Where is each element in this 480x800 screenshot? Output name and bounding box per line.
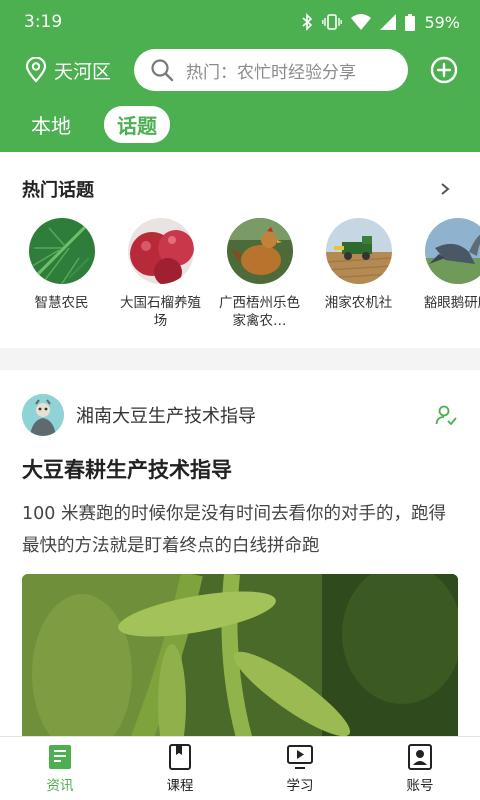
nav-courses[interactable]: 课程 xyxy=(120,737,240,800)
topic-name: 智慧农民 xyxy=(34,295,89,311)
topic-image-goose xyxy=(424,218,480,284)
post-image-soybean xyxy=(22,564,462,736)
nav-study-label: 学习 xyxy=(286,777,314,794)
post-author-name[interactable]: 湘南大豆生产技术指导 xyxy=(76,402,422,428)
status-bar: 3:19 59% xyxy=(0,0,480,44)
topic-item[interactable]: 智慧农民 xyxy=(12,218,111,330)
search-placeholder: 热门：农忙时经验分享 xyxy=(186,62,356,83)
hot-topics-header: 热门话题 xyxy=(0,176,480,202)
book-icon xyxy=(169,743,191,770)
battery-icon xyxy=(405,13,416,31)
topic-name: 湘家农机社 xyxy=(324,295,393,311)
chevron-right-icon[interactable] xyxy=(440,182,450,196)
topic-item[interactable]: 湘家农机社 xyxy=(309,218,408,330)
topic-image-pomegranate xyxy=(127,218,194,284)
status-time: 3:19 xyxy=(24,12,63,32)
search-icon xyxy=(151,59,174,82)
topic-image-tractor xyxy=(325,218,392,284)
avatar[interactable] xyxy=(22,394,64,436)
header: 3:19 59% 天河区 热门：农忙时经验分享 本地 话题 xyxy=(0,0,480,152)
location-label: 天河区 xyxy=(54,60,112,83)
vibrate-icon xyxy=(322,14,343,30)
post-title: 大豆春耕生产技术指导 xyxy=(22,458,232,482)
location-selector[interactable]: 天河区 xyxy=(24,57,134,84)
topic-name: 大国石榴养殖场 xyxy=(120,295,201,329)
tab-local[interactable]: 本地 xyxy=(18,106,84,143)
video-play-icon xyxy=(287,744,313,769)
topic-image-chicken xyxy=(226,218,293,284)
topic-image-leaf xyxy=(28,218,95,284)
header-tabs: 本地 话题 xyxy=(0,96,480,152)
battery-level: 59% xyxy=(424,12,460,32)
hot-topics-section: 热门话题 智慧农民 大国石榴养殖场 广西梧州乐色家禽农… 湘家农机社 豁眼鹅研 xyxy=(0,152,480,348)
topic-name: 广西梧州乐色家禽农… xyxy=(219,295,300,329)
hot-topics-title: 热门话题 xyxy=(22,180,94,201)
nav-study[interactable]: 学习 xyxy=(240,737,360,800)
nav-account[interactable]: 账号 xyxy=(360,737,480,800)
topic-name: 豁眼鹅研所 xyxy=(423,295,480,311)
search-row: 天河区 热门：农忙时经验分享 xyxy=(0,44,480,96)
add-icon[interactable] xyxy=(430,56,458,84)
location-pin-icon xyxy=(25,57,47,83)
signal-icon xyxy=(380,14,397,30)
news-icon xyxy=(49,744,71,769)
post-author-row: 湘南大豆生产技术指导 xyxy=(22,394,458,436)
topic-item[interactable]: 大国石榴养殖场 xyxy=(111,218,210,330)
post-body: 100 米赛跑的时候你是没有时间去看你的对手的，跑得最快的方法就是盯着终点的白线… xyxy=(22,504,446,556)
follow-user-icon[interactable] xyxy=(434,403,458,427)
topic-item[interactable]: 豁眼鹅研所 xyxy=(408,218,480,330)
nav-news-label: 资讯 xyxy=(46,777,74,794)
nav-courses-label: 课程 xyxy=(166,777,194,794)
search-input[interactable]: 热门：农忙时经验分享 xyxy=(134,49,408,91)
nav-news[interactable]: 资讯 xyxy=(0,737,120,800)
bottom-nav: 资讯 课程 学习 账号 xyxy=(0,736,480,800)
bluetooth-icon xyxy=(302,13,313,31)
post-card[interactable]: 湘南大豆生产技术指导 大豆春耕生产技术指导 100 米赛跑的时候你是没有时间去看… xyxy=(0,370,480,736)
nav-account-label: 账号 xyxy=(406,777,434,794)
tab-topics[interactable]: 话题 xyxy=(104,105,170,143)
account-icon xyxy=(408,743,432,770)
topic-item[interactable]: 广西梧州乐色家禽农… xyxy=(210,218,309,330)
status-icons: 59% xyxy=(301,13,460,32)
wifi-icon xyxy=(351,14,372,30)
hot-topics-list: 智慧农民 大国石榴养殖场 广西梧州乐色家禽农… 湘家农机社 豁眼鹅研 xyxy=(0,218,480,330)
